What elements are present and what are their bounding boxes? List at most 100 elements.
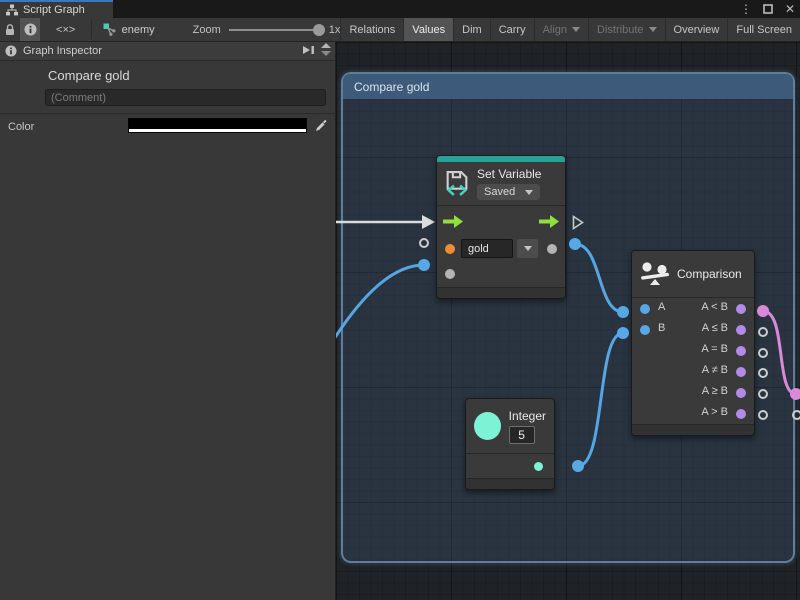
zoom-slider-track (229, 29, 321, 31)
socket-le-unconnected[interactable] (758, 327, 768, 337)
output-lt-label: A < B (701, 301, 728, 313)
socket-eq-unconnected[interactable] (758, 348, 768, 358)
eyedropper-button[interactable] (310, 116, 330, 134)
variable-output-port[interactable] (547, 244, 557, 254)
chevron-down-icon (524, 246, 532, 251)
comment-input[interactable] (45, 89, 326, 106)
input-b-port[interactable] (640, 325, 650, 335)
output-eq-port[interactable] (736, 346, 746, 356)
carry-button[interactable]: Carry (490, 18, 534, 41)
input-a-label: A (658, 301, 665, 313)
output-eq-label: A = B (701, 343, 728, 355)
socket-offscreen-unconnected[interactable] (792, 410, 800, 420)
output-le-port[interactable] (736, 325, 746, 335)
relations-button[interactable]: Relations (340, 18, 403, 41)
output-lt-port[interactable] (736, 304, 746, 314)
set-variable-body: gold (437, 205, 565, 287)
script-graph-icon (6, 4, 18, 16)
node-set-variable[interactable]: Set Variable Saved (436, 155, 566, 299)
dim-label: Dim (462, 24, 482, 36)
tab-script-graph[interactable]: Script Graph (0, 0, 113, 18)
variable-name-dropdown-button[interactable] (517, 239, 538, 258)
output-ge-label: A ≥ B (702, 385, 728, 397)
value-input-port[interactable] (445, 269, 455, 279)
zoom-slider[interactable] (229, 18, 321, 42)
zoom-value: 1x (329, 24, 341, 36)
wire-value-in[interactable] (336, 265, 424, 339)
lock-button[interactable] (0, 18, 20, 41)
variable-scope-dropdown[interactable]: Saved (477, 184, 540, 200)
align-dropdown[interactable]: Align (534, 18, 588, 41)
step-up-icon[interactable] (321, 43, 331, 48)
chevron-down-icon (572, 27, 580, 32)
input-a-port[interactable] (640, 304, 650, 314)
output-gt-port[interactable] (736, 409, 746, 419)
socket-ge-unconnected[interactable] (758, 389, 768, 399)
inspect-toggle-button[interactable] (20, 18, 40, 41)
flow-input-port[interactable] (443, 215, 463, 228)
flow-output-port[interactable] (539, 215, 559, 228)
lock-icon (4, 23, 16, 37)
socket-value-in-connected[interactable] (418, 259, 430, 271)
code-view-button[interactable]: <×> (40, 18, 90, 41)
zoom-slider-handle[interactable] (313, 24, 325, 36)
integer-output-port[interactable] (534, 462, 543, 471)
socket-gt-unconnected[interactable] (758, 410, 768, 420)
output-ne-label: A ≠ B (702, 364, 728, 376)
graph-inspector-header: Graph Inspector (0, 42, 335, 61)
variable-name-field[interactable]: gold (461, 239, 513, 258)
socket-comparison-a[interactable] (617, 306, 629, 318)
node-title: Set Variable (477, 167, 541, 181)
color-label: Color (8, 121, 34, 133)
socket-comparison-b[interactable] (617, 327, 629, 339)
integer-value: 5 (518, 428, 525, 442)
maximize-icon[interactable] (762, 2, 774, 16)
graph-canvas[interactable]: Compare gold Set Variabl (336, 42, 800, 600)
graph-title: Compare gold (48, 68, 130, 83)
node-integer[interactable]: Integer 5 (465, 398, 555, 490)
chevron-down-icon (525, 190, 533, 195)
step-down-icon[interactable] (321, 51, 331, 56)
window-menu-icon[interactable]: ⋮ (740, 2, 752, 16)
output-ge-port[interactable] (736, 388, 746, 398)
wire-integer-to-b[interactable] (578, 333, 623, 466)
close-icon[interactable]: ✕ (784, 2, 796, 16)
full-screen-label: Full Screen (736, 24, 792, 36)
socket-ne-unconnected[interactable] (758, 368, 768, 378)
node-footer (632, 424, 754, 435)
unity-visual-scripting-window: Script Graph ⋮ ✕ <×> (0, 0, 800, 600)
distribute-label: Distribute (597, 24, 643, 36)
panel-stepper[interactable] (321, 43, 331, 56)
socket-offscreen-in-connected[interactable] (790, 388, 800, 400)
info-icon (5, 45, 17, 57)
integer-type-icon (474, 412, 501, 440)
socket-integer-out-connected[interactable] (572, 460, 584, 472)
node-comparison[interactable]: Comparison A A < B B A ≤ B A = B (631, 250, 755, 436)
dock-panel-icon[interactable] (302, 44, 315, 56)
socket-setvar-out-connected[interactable] (569, 238, 581, 250)
integer-value-field[interactable]: 5 (509, 426, 535, 444)
output-gt-label: A > B (701, 406, 728, 418)
graph-breadcrumb[interactable]: enemy (92, 18, 165, 41)
graph-name-label: enemy (122, 24, 155, 36)
wire-setvar-to-a[interactable] (575, 244, 623, 312)
dim-button[interactable]: Dim (453, 18, 490, 41)
socket-name-unconnected[interactable] (419, 238, 429, 248)
overview-label: Overview (674, 24, 720, 36)
socket-flow-out-unconnected[interactable] (572, 215, 584, 230)
full-screen-button[interactable]: Full Screen (727, 18, 800, 41)
distribute-dropdown[interactable]: Distribute (588, 18, 664, 41)
integer-header: Integer 5 (466, 399, 554, 453)
integer-body (466, 453, 554, 478)
code-view-label: <×> (56, 24, 75, 36)
color-swatch[interactable] (128, 118, 307, 133)
set-variable-icon (444, 170, 470, 197)
overview-button[interactable]: Overview (665, 18, 728, 41)
values-button[interactable]: Values (403, 18, 453, 41)
variable-name-port[interactable] (445, 244, 455, 254)
align-label: Align (543, 24, 567, 36)
variable-scope-label: Saved (484, 186, 515, 198)
output-ne-port[interactable] (736, 367, 746, 377)
socket-lt-connected[interactable] (757, 305, 769, 317)
values-label: Values (412, 24, 445, 36)
